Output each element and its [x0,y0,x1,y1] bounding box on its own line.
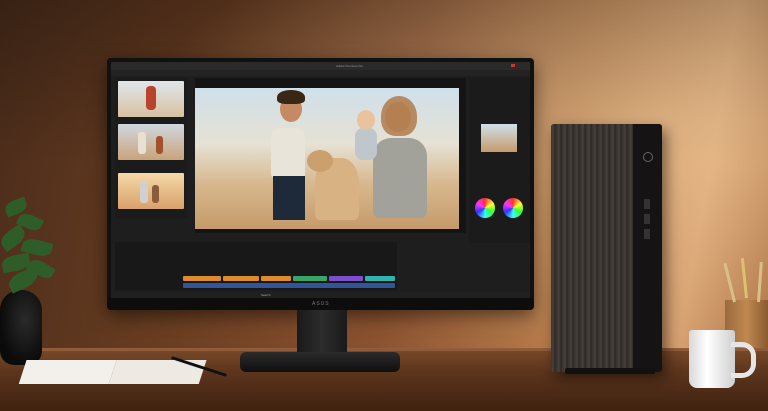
monitor: Adobe Premiere Pro Search ASUS [107,58,534,310]
monitor-screen: Adobe Premiere Pro Search [111,62,530,298]
plant-pot [0,290,42,365]
timeline-clip[interactable] [261,276,291,281]
timeline-clip[interactable] [183,276,221,281]
timeline-clip[interactable] [365,276,395,281]
monitor-stand-base [240,352,400,372]
app-title: Adobe Premiere Pro [336,64,364,68]
audio-track[interactable] [183,283,395,288]
wood-front-panel [551,124,633,372]
app-titlebar: Adobe Premiere Pro [111,62,530,70]
timeline-clip[interactable] [329,276,363,281]
taskbar-search[interactable]: Search [261,293,271,297]
app-tabs [111,70,530,76]
usb-port[interactable] [644,199,650,209]
color-wheel-icon[interactable] [475,198,495,218]
monitor-bezel: ASUS [107,298,534,310]
mug-handle [731,342,756,378]
lumetri-panel [469,78,530,243]
usb-port[interactable] [644,214,650,224]
timeline-clip[interactable] [293,276,327,281]
usb-port[interactable] [644,229,650,239]
clip-thumbnail[interactable] [118,124,184,160]
clip-thumbnail[interactable] [118,173,184,209]
video-frame[interactable] [195,88,459,229]
desktop-tower [551,124,662,372]
tower-foot [565,368,655,374]
monitor-logo: ASUS [312,301,330,307]
power-icon[interactable] [643,152,653,162]
color-wheel-icon[interactable] [503,198,523,218]
project-panel [115,78,187,218]
clip-thumbnail[interactable] [118,81,184,117]
program-monitor [195,78,466,233]
tower-io-panel [633,124,662,372]
white-mug [689,330,735,388]
timeline-panel [115,242,397,290]
open-notebook [17,360,207,388]
preview-thumbnail [481,124,517,152]
timeline-clip[interactable] [223,276,259,281]
close-icon[interactable] [511,64,515,67]
